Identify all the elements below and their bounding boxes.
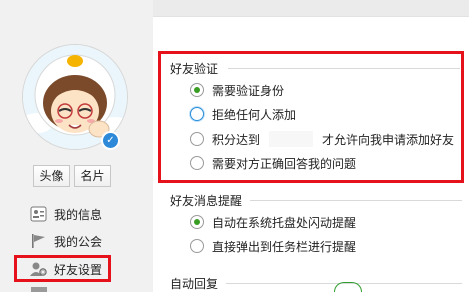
sidebar-item-label: 我的公会 bbox=[54, 234, 103, 249]
option-need-verify[interactable]: 需要验证身份 bbox=[190, 81, 284, 99]
option-label: 自动在系统托盘处闪动提醒 bbox=[212, 215, 357, 230]
option-reject-all[interactable]: 拒绝任何人添加 bbox=[190, 105, 296, 123]
option-label-prefix: 积分达到 bbox=[212, 132, 261, 147]
sidebar-item-my-info[interactable]: 我的信息 bbox=[29, 203, 102, 225]
partial-toggle[interactable] bbox=[334, 282, 362, 292]
divider bbox=[250, 200, 462, 201]
friend-verify-title: 好友验证 bbox=[170, 62, 219, 76]
friend-msg-title: 好友消息提醒 bbox=[170, 194, 243, 208]
radio-button[interactable] bbox=[190, 239, 204, 253]
option-taskbar-popup[interactable]: 直接弹出到任务栏进行提醒 bbox=[190, 237, 356, 255]
option-label: 直接弹出到任务栏进行提醒 bbox=[212, 239, 357, 254]
option-label-suffix: 才允许向我申请添加好友 bbox=[322, 132, 455, 147]
profile-card-icon bbox=[29, 205, 48, 223]
score-input[interactable] bbox=[268, 130, 315, 148]
option-label: 需要验证身份 bbox=[212, 83, 285, 98]
radio-button[interactable] bbox=[190, 132, 204, 146]
radio-button[interactable] bbox=[190, 83, 204, 97]
option-label: 需要对方正确回答我的问题 bbox=[212, 156, 357, 171]
option-tray-flash[interactable]: 自动在系统托盘处闪动提醒 bbox=[190, 213, 356, 231]
option-answer-question[interactable]: 需要对方正确回答我的问题 bbox=[190, 154, 356, 172]
option-score-threshold[interactable]: 积分达到 才允许向我申请添加好友 bbox=[190, 130, 454, 148]
card-button[interactable]: 名片 bbox=[74, 165, 111, 187]
radio-button[interactable] bbox=[190, 215, 204, 229]
radio-button[interactable] bbox=[190, 156, 204, 170]
sidebar-item-my-guild[interactable]: 我的公会 bbox=[29, 230, 102, 252]
v-badge-icon: ✓ bbox=[101, 131, 120, 150]
selected-item-highlight bbox=[14, 255, 111, 282]
sidebar-item-partial bbox=[31, 287, 47, 292]
auto-reply-title: 自动回复 bbox=[170, 277, 219, 291]
sidebar-item-label: 我的信息 bbox=[54, 207, 103, 222]
radio-button[interactable] bbox=[190, 107, 204, 121]
avatar-button[interactable]: 头像 bbox=[33, 165, 70, 187]
divider bbox=[228, 68, 460, 69]
flag-icon bbox=[29, 232, 48, 250]
option-label: 拒绝任何人添加 bbox=[212, 107, 297, 122]
